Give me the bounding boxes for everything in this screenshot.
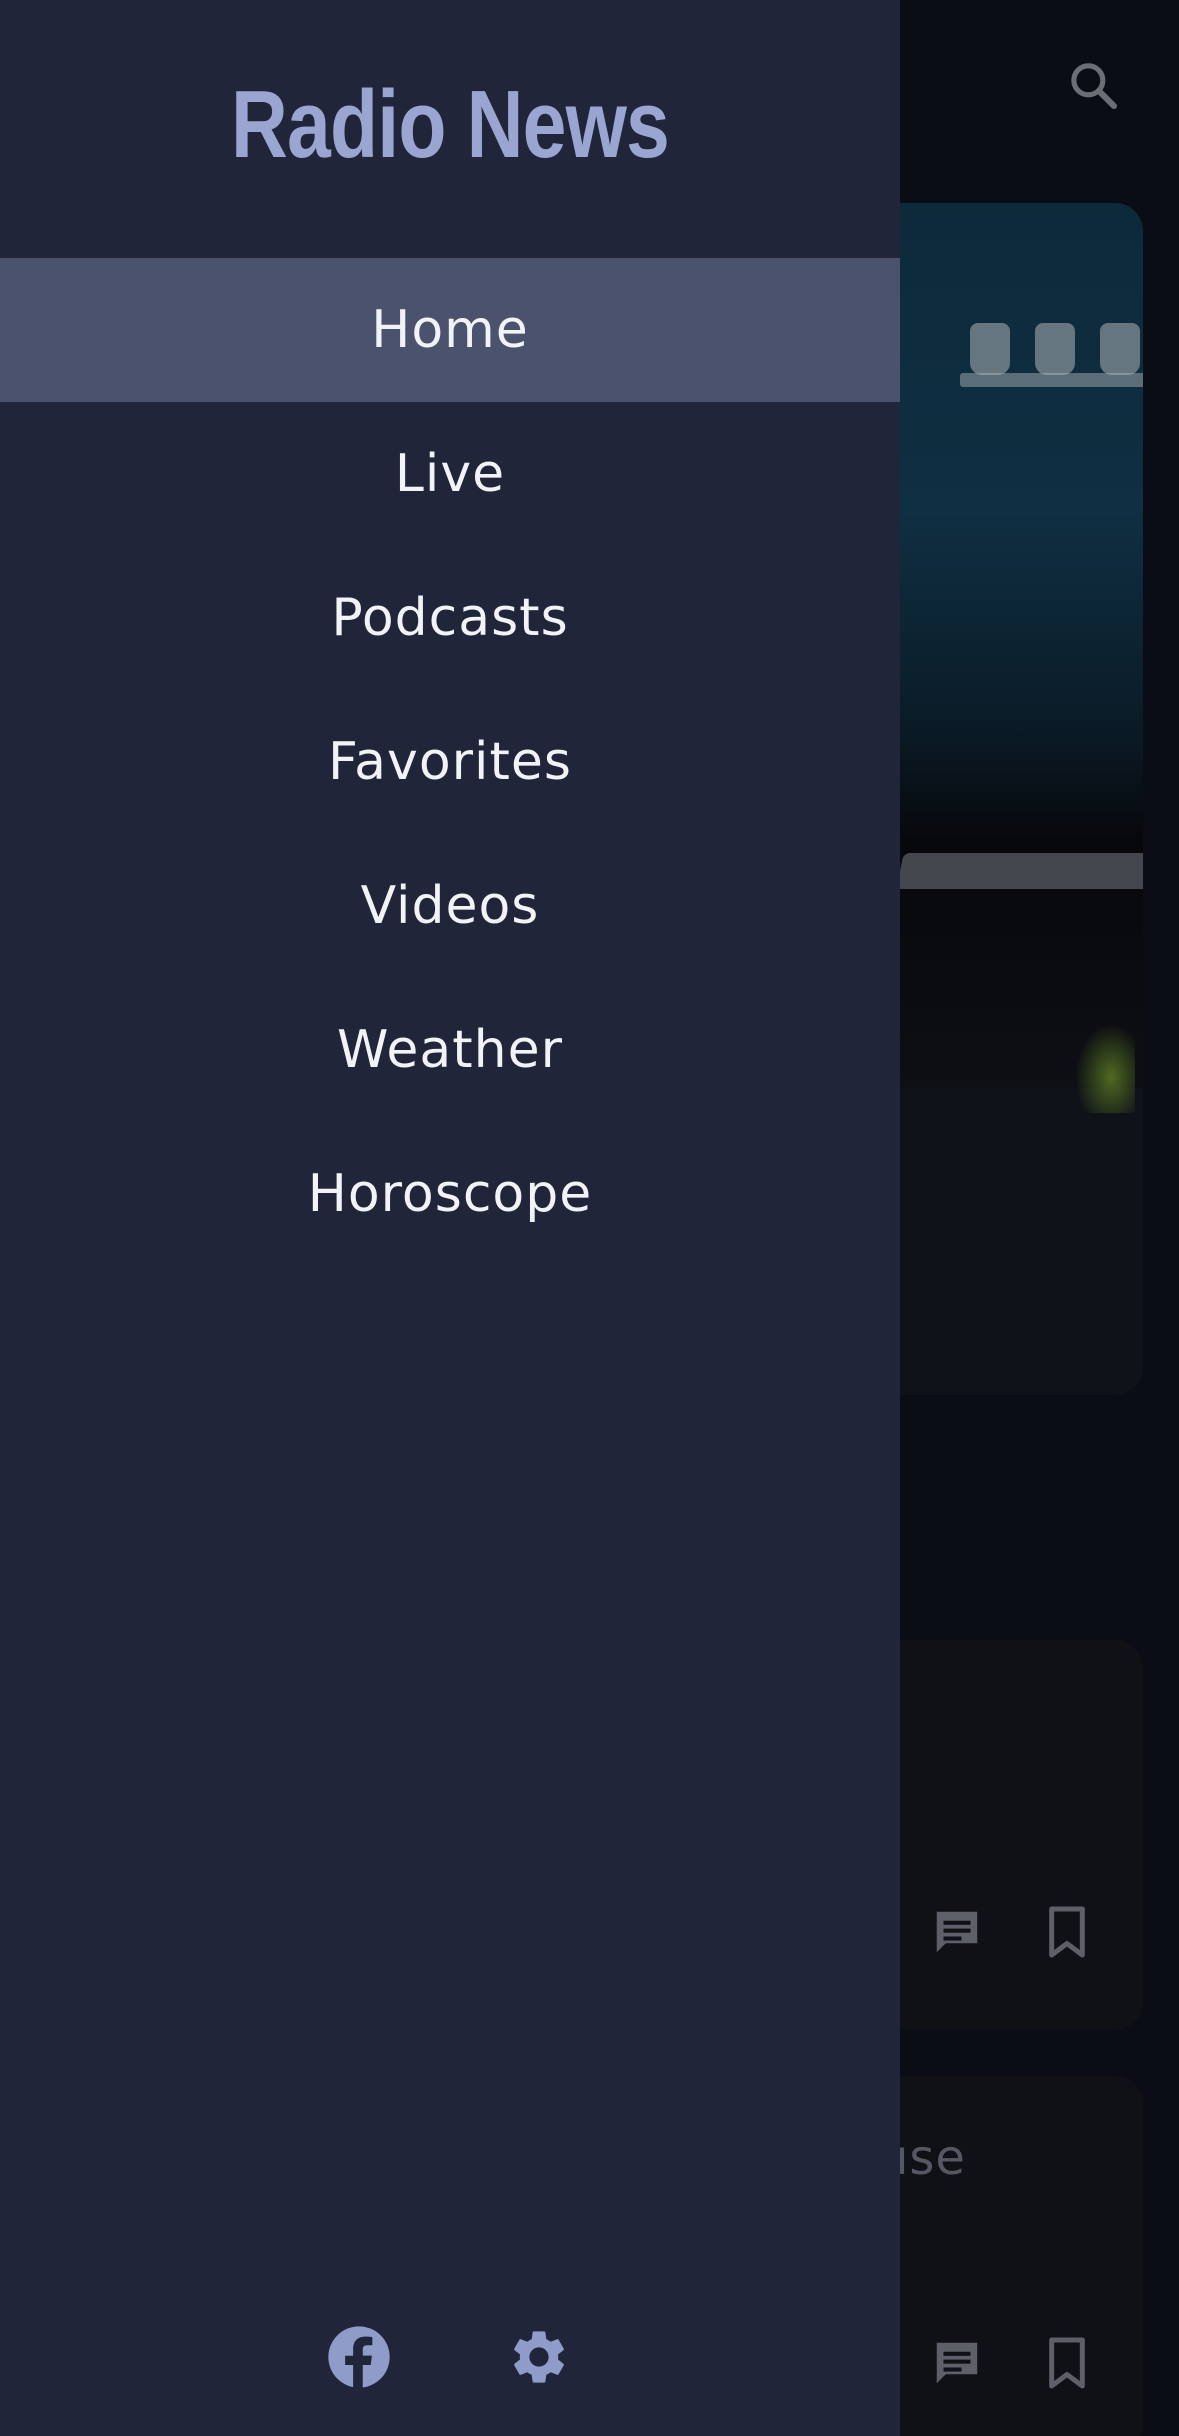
search-button[interactable]	[1058, 50, 1128, 120]
image-detail	[896, 853, 1143, 889]
drawer-menu: Home Live Podcasts Favorites Videos Weat…	[0, 258, 900, 1266]
news-card[interactable]	[860, 1640, 1143, 2030]
search-icon	[1071, 63, 1118, 110]
image-detail	[960, 373, 1143, 387]
app-title: Radio News	[231, 71, 670, 178]
drawer-item-podcasts[interactable]: Podcasts	[0, 546, 900, 690]
image-detail	[970, 323, 1010, 375]
navigation-drawer: Radio News Home Live Podcasts Favorites …	[0, 0, 900, 2436]
bookmark-button[interactable]	[1037, 2333, 1097, 2393]
image-detail	[1100, 323, 1140, 375]
drawer-item-home[interactable]: Home	[0, 258, 900, 402]
featured-article-card[interactable]	[860, 203, 1143, 1395]
image-detail	[1035, 323, 1075, 375]
drawer-item-live[interactable]: Live	[0, 402, 900, 546]
comment-icon	[936, 1911, 978, 1953]
image-detail	[1075, 1023, 1135, 1113]
drawer-item-horoscope[interactable]: Horoscope	[0, 1122, 900, 1266]
drawer-item-weather[interactable]: Weather	[0, 978, 900, 1122]
comment-icon	[936, 2342, 978, 2384]
comment-button[interactable]	[927, 2333, 987, 2393]
drawer-item-videos[interactable]: Videos	[0, 834, 900, 978]
settings-button[interactable]	[504, 2322, 574, 2392]
settings-icon	[514, 2331, 564, 2383]
bookmark-icon	[1049, 2337, 1085, 2389]
drawer-item-favorites[interactable]: Favorites	[0, 690, 900, 834]
facebook-button[interactable]	[324, 2322, 394, 2392]
drawer-footer	[0, 2322, 900, 2392]
bookmark-icon	[1049, 1906, 1085, 1958]
facebook-icon	[328, 2326, 390, 2389]
app-screen: use Radio News Home Live Podcasts Favori…	[0, 0, 1179, 2436]
comment-button[interactable]	[927, 1902, 987, 1962]
bookmark-button[interactable]	[1037, 1902, 1097, 1962]
featured-article-image	[860, 203, 1143, 1113]
